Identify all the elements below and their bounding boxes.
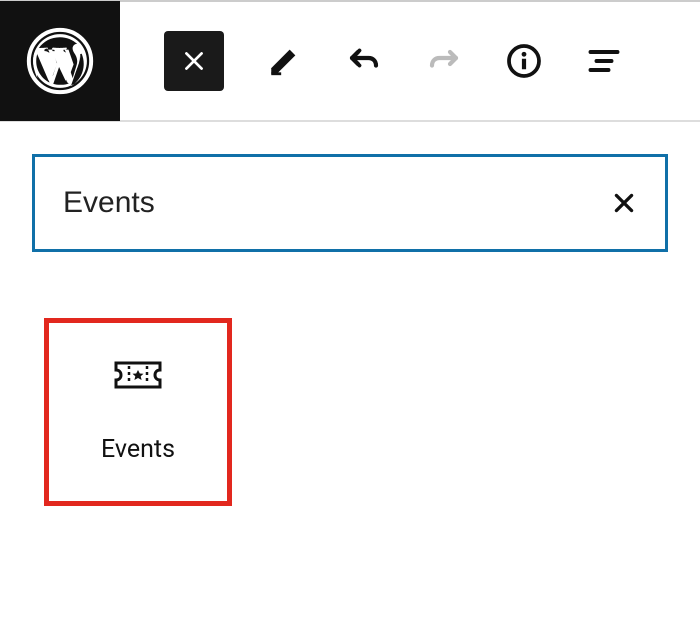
undo-button[interactable] (344, 41, 384, 81)
edit-mode-button[interactable] (264, 41, 304, 81)
close-inserter-button[interactable] (164, 31, 224, 91)
pencil-icon (267, 44, 301, 78)
wordpress-logo-button[interactable] (0, 1, 120, 121)
close-icon (181, 48, 207, 74)
ticket-icon (114, 361, 162, 389)
wordpress-icon (26, 27, 94, 95)
outline-icon (586, 43, 622, 79)
block-search-box[interactable] (32, 154, 668, 252)
clear-search-button[interactable] (611, 190, 637, 216)
list-view-button[interactable] (584, 41, 624, 81)
info-button[interactable] (504, 41, 544, 81)
undo-icon (346, 43, 382, 79)
block-option-events[interactable]: Events (44, 318, 232, 506)
redo-button[interactable] (424, 41, 464, 81)
block-option-label: Events (101, 435, 175, 464)
block-results: Events (0, 252, 700, 506)
editor-toolbar (0, 2, 700, 122)
info-icon (506, 43, 542, 79)
block-search-input[interactable] (63, 186, 611, 220)
redo-icon (426, 43, 462, 79)
close-icon (611, 190, 637, 216)
